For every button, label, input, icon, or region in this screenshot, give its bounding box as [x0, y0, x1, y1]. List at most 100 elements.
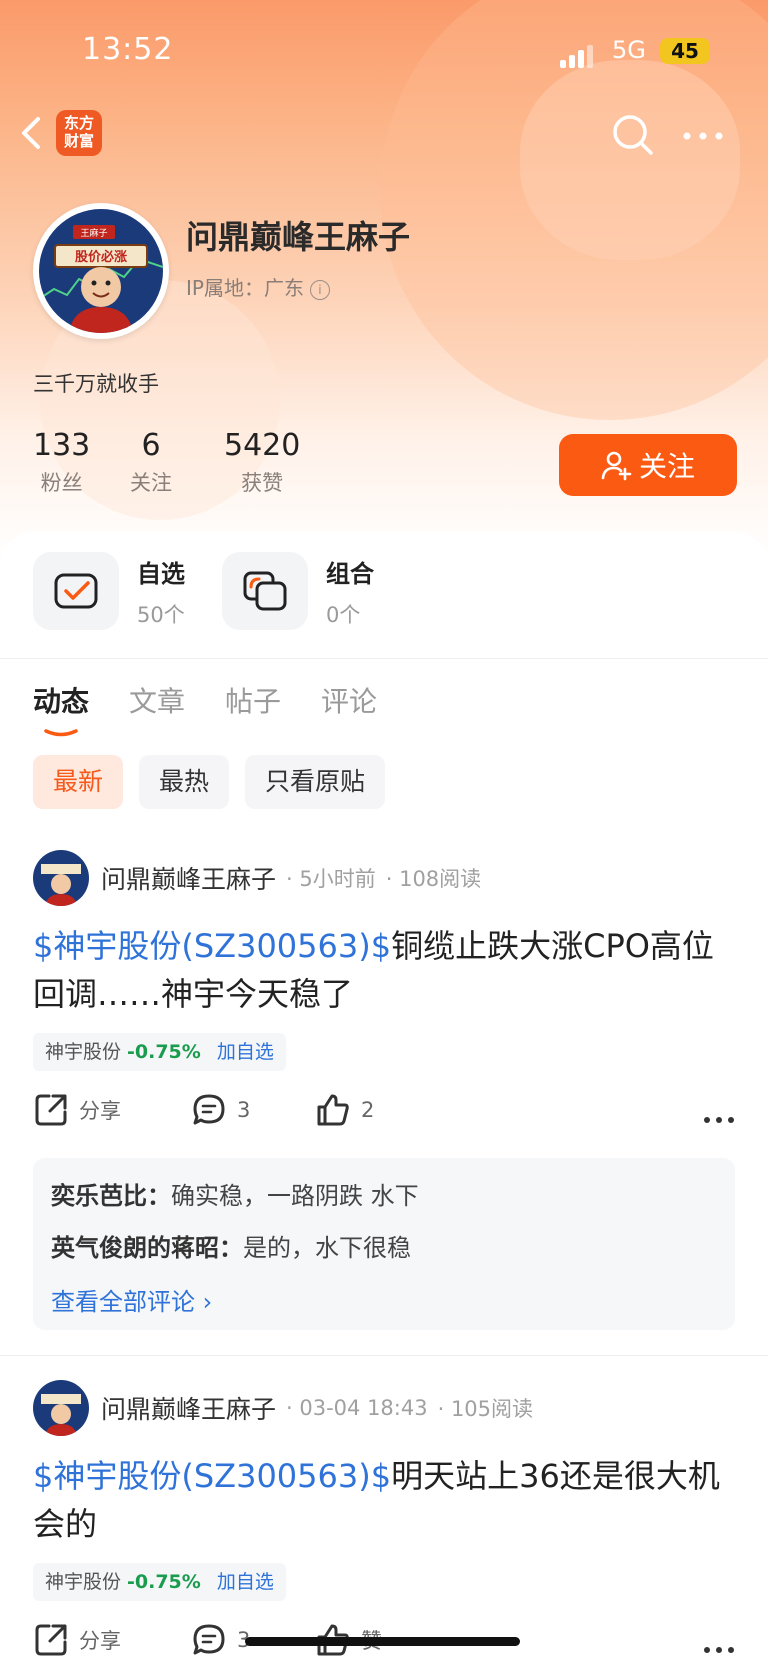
- more-icon[interactable]: [703, 1110, 735, 1123]
- tab-articles[interactable]: 文章: [129, 680, 185, 720]
- tab-active-indicator: [44, 722, 78, 737]
- post-text-line1: 明天站上36还是很大机: [391, 1457, 720, 1495]
- filter-latest[interactable]: 最新: [33, 755, 124, 809]
- watchlist-title: 自选: [137, 559, 185, 588]
- avatar[interactable]: [33, 1380, 89, 1436]
- add-watchlist-button[interactable]: 加自选: [217, 1041, 274, 1063]
- share-label: 分享: [79, 1099, 121, 1123]
- home-indicator[interactable]: [245, 1637, 520, 1646]
- battery-icon: 45: [660, 38, 710, 64]
- stock-tag-link[interactable]: $神宇股份(SZ300563)$: [33, 927, 391, 965]
- logo-text-bottom: 财富: [63, 132, 94, 150]
- post-time: · 5小时前: [286, 867, 376, 891]
- signal-icon: [560, 44, 600, 68]
- stat-likes-num: 5420: [224, 428, 301, 463]
- comment-button[interactable]: 3: [191, 1092, 250, 1128]
- stat-following-label: 关注: [130, 471, 172, 495]
- search-icon[interactable]: [610, 112, 656, 158]
- tab-activity[interactable]: 动态: [33, 680, 89, 720]
- profile-name: 问鼎巅峰王麻子: [186, 218, 411, 256]
- add-user-icon: [601, 451, 632, 481]
- profile-bio: 三千万就收手: [33, 372, 159, 396]
- follow-button[interactable]: 关注: [559, 434, 737, 496]
- comment-preview[interactable]: 奕乐芭比：确实稳，一路阴跌 水下 英气俊朗的蒋昭：是的，水下很稳 查看全部评论 …: [33, 1158, 735, 1330]
- network-label: 5G: [612, 36, 646, 64]
- stock-chip[interactable]: 神宇股份 -0.75% 加自选: [33, 1563, 286, 1601]
- stat-fans-num: 133: [33, 428, 91, 463]
- tab-posts[interactable]: 帖子: [225, 680, 281, 720]
- stat-fans[interactable]: 133 粉丝: [33, 428, 90, 497]
- watchlist-entry[interactable]: 自选 50个: [33, 552, 185, 630]
- comment-text: 确实稳，一路阴跌 水下: [171, 1182, 419, 1210]
- comment-item: 奕乐芭比：确实稳，一路阴跌 水下: [51, 1176, 419, 1211]
- share-icon: [35, 1094, 67, 1126]
- post-text-line1: 铜缆止跌大涨CPO高位: [391, 927, 714, 965]
- stat-following-num: 6: [141, 428, 161, 463]
- share-label: 分享: [79, 1629, 121, 1653]
- share-button[interactable]: 分享: [33, 1622, 121, 1658]
- post-content[interactable]: $神宇股份(SZ300563)$明天站上36还是很大机 会的: [33, 1452, 733, 1548]
- avatar-sign: 股价必涨: [75, 249, 127, 265]
- ip-location-label: IP属地：广东: [186, 276, 304, 300]
- watchlist-icon: [54, 573, 98, 609]
- tab-comments[interactable]: 评论: [321, 680, 377, 720]
- stock-chip[interactable]: 神宇股份 -0.75% 加自选: [33, 1033, 286, 1071]
- comment-button[interactable]: 3: [191, 1622, 250, 1658]
- filter-hot[interactable]: 最热: [139, 755, 230, 809]
- post-author[interactable]: 问鼎巅峰王麻子: [101, 860, 276, 896]
- back-icon[interactable]: [18, 113, 46, 153]
- app-logo: 东方 财富: [56, 110, 102, 156]
- post-header[interactable]: 问鼎巅峰王麻子 · 03-04 18:43 · 105阅读: [33, 1380, 533, 1436]
- portfolio-title: 组合: [326, 559, 374, 588]
- status-time: 13:52: [82, 32, 174, 67]
- comment-count: 3: [237, 1098, 251, 1122]
- post-author[interactable]: 问鼎巅峰王麻子: [101, 1390, 276, 1426]
- stock-change: -0.75%: [127, 1041, 201, 1063]
- add-watchlist-button[interactable]: 加自选: [217, 1571, 274, 1593]
- like-count: 2: [361, 1098, 375, 1122]
- share-button[interactable]: 分享: [33, 1092, 121, 1128]
- more-icon[interactable]: [682, 128, 724, 142]
- comment-icon: [193, 1094, 225, 1125]
- stat-likes-label: 获赞: [241, 471, 284, 495]
- content-tabs: 动态 文章 帖子 评论: [33, 680, 377, 720]
- avatar-badge: 王麻子: [80, 227, 107, 239]
- stock-change: -0.75%: [127, 1571, 201, 1593]
- stock-tag-link[interactable]: $神宇股份(SZ300563)$: [33, 1457, 391, 1495]
- stat-likes[interactable]: 5420 获赞: [224, 428, 300, 497]
- view-all-comments-link[interactable]: 查看全部评论 ›: [51, 1282, 212, 1317]
- more-icon[interactable]: [703, 1640, 735, 1653]
- post-time: · 03-04 18:43: [286, 1396, 428, 1420]
- comment-text: 是的，水下很稳: [243, 1234, 411, 1262]
- post-content[interactable]: $神宇股份(SZ300563)$铜缆止跌大涨CPO高位 回调……神宇今天稳了: [33, 922, 733, 1018]
- post-actions: 分享 3 赞: [33, 1622, 735, 1672]
- filter-original-only[interactable]: 只看原贴: [245, 755, 386, 809]
- follow-label: 关注: [638, 450, 695, 483]
- post-reads: · 108阅读: [385, 867, 482, 891]
- comment-icon: [193, 1624, 225, 1655]
- share-icon: [35, 1624, 67, 1656]
- watchlist-count: 50个: [137, 602, 185, 627]
- comment-user[interactable]: 英气俊朗的蒋昭：: [51, 1234, 243, 1262]
- avatar[interactable]: [33, 850, 89, 906]
- stock-name: 神宇股份: [45, 1571, 122, 1593]
- status-bar: 13:52 5G 45: [0, 30, 768, 74]
- divider: [0, 658, 768, 659]
- post-header[interactable]: 问鼎巅峰王麻子 · 5小时前 · 108阅读: [33, 850, 481, 906]
- logo-text-top: 东方: [63, 114, 94, 132]
- portfolio-entry[interactable]: 组合 0个: [222, 552, 374, 630]
- filter-bar: 最新 最热 只看原贴: [33, 755, 386, 809]
- stat-following[interactable]: 6 关注: [130, 428, 172, 497]
- divider: [0, 1355, 768, 1356]
- comment-item: 英气俊朗的蒋昭：是的，水下很稳: [51, 1228, 411, 1263]
- like-button[interactable]: 2: [315, 1092, 374, 1128]
- comment-user[interactable]: 奕乐芭比：: [51, 1182, 171, 1210]
- info-icon[interactable]: i: [309, 279, 330, 300]
- post-actions: 分享 3 2: [33, 1092, 735, 1142]
- portfolio-icon: [243, 571, 287, 611]
- avatar[interactable]: 股价必涨 王麻子: [33, 203, 169, 339]
- stock-name: 神宇股份: [45, 1041, 122, 1063]
- ip-location: IP属地：广东 i: [186, 272, 330, 301]
- portfolio-count: 0个: [326, 602, 361, 627]
- post-reads: · 105阅读: [437, 1397, 534, 1421]
